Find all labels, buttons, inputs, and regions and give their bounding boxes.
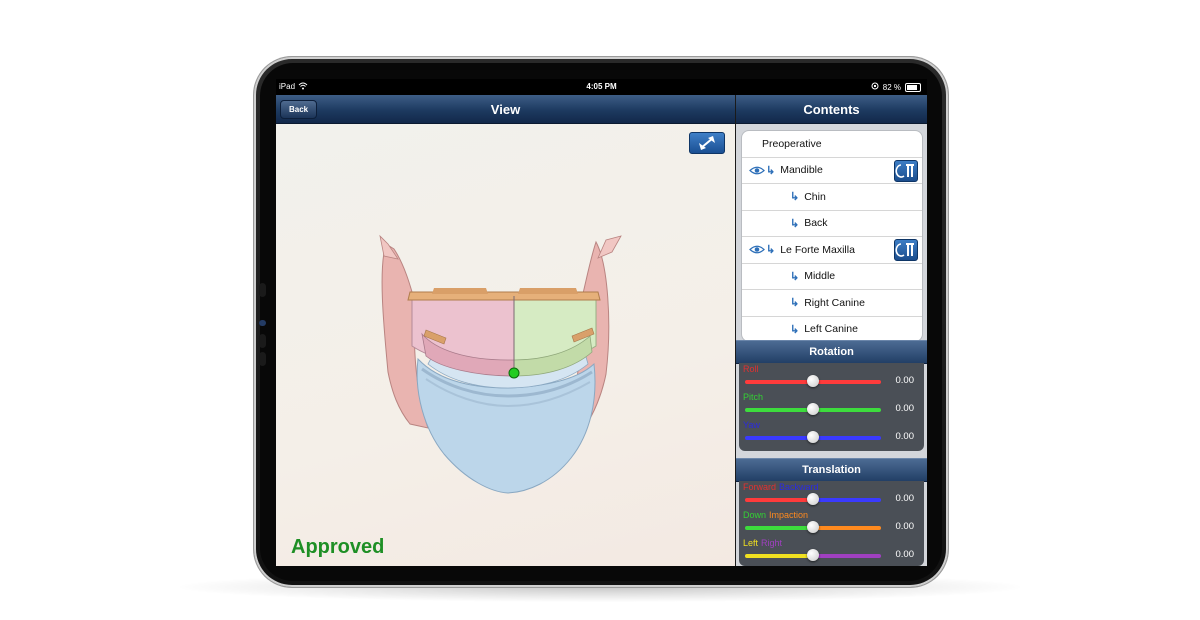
- volume-button: [259, 283, 266, 297]
- slider-knob[interactable]: [807, 403, 819, 415]
- contents-item-label: Middle: [804, 270, 836, 283]
- slider-row: Left Right 0.00: [739, 537, 924, 565]
- approved-stamp: Approved: [291, 536, 385, 558]
- direction-label: Left: [743, 538, 759, 548]
- child-arrow-icon: ↳: [790, 191, 800, 204]
- slider-knob[interactable]: [807, 375, 819, 387]
- direction-label: Right: [761, 538, 783, 548]
- contents-item[interactable]: ↳ Middle: [742, 264, 922, 290]
- child-arrow-icon: ↳: [790, 217, 800, 230]
- slider-label: Forward Backward: [743, 482, 819, 492]
- direction-label: Backward: [779, 482, 819, 492]
- contents-item[interactable]: ↳ Le Forte Maxilla: [742, 237, 922, 264]
- back-button[interactable]: Back: [280, 100, 318, 119]
- clock: 4:05 PM: [586, 82, 617, 91]
- volume-button: [259, 334, 266, 348]
- slider-label: Pitch: [743, 392, 764, 402]
- slider-value: 0.00: [895, 493, 915, 504]
- contents-item-label: Right Canine: [804, 296, 865, 309]
- contents-item[interactable]: ↳ Back: [742, 211, 922, 237]
- slider-row: Pitch 0.00: [739, 391, 924, 419]
- slider-knob[interactable]: [807, 549, 819, 561]
- slider-row: Forward Backward 0.00: [739, 481, 924, 509]
- contents-item-label: Preoperative: [762, 137, 822, 150]
- contents-item[interactable]: ↳ Mandible: [742, 158, 922, 184]
- orientation-lock-icon: [871, 82, 879, 92]
- translation-title: Translation: [802, 464, 861, 476]
- direction-label: Down: [743, 510, 767, 520]
- contents-item-label: Mandible: [780, 164, 823, 177]
- slider-value: 0.00: [895, 403, 915, 414]
- contents-item[interactable]: ↳ Chin: [742, 184, 922, 211]
- contents-item[interactable]: Preoperative: [742, 131, 922, 158]
- contents-item[interactable]: ↳ Right Canine: [742, 290, 922, 317]
- status-bar: iPad 4:05 PM 82 %: [276, 79, 927, 95]
- camera-indicator: [259, 320, 266, 326]
- slider-label: Yaw: [743, 420, 760, 430]
- skull-model[interactable]: [276, 124, 735, 566]
- battery-icon: [905, 82, 921, 92]
- slider-label: Down Impaction: [743, 510, 808, 520]
- slider-row: Down Impaction 0.00: [739, 509, 924, 537]
- slider-value: 0.00: [895, 375, 915, 386]
- slider-knob[interactable]: [807, 431, 819, 443]
- slider-row: Yaw 0.00: [739, 419, 924, 447]
- slider-knob[interactable]: [807, 521, 819, 533]
- contents-item-label: Left Canine: [804, 323, 858, 336]
- child-arrow-icon: ↳: [766, 164, 776, 177]
- battery-percent: 82 %: [882, 82, 901, 92]
- slider-label: Roll: [743, 364, 759, 374]
- 3d-viewport[interactable]: Approved: [276, 124, 735, 566]
- child-arrow-icon: ↳: [790, 297, 800, 310]
- slider-row: Roll 0.00: [739, 363, 924, 391]
- direction-label: Forward: [743, 482, 777, 492]
- rotation-panel: Roll 0.00 Pitch 0.00 Yaw 0.00: [739, 363, 924, 451]
- contents-item-label: Le Forte Maxilla: [780, 243, 855, 256]
- visibility-eye-icon[interactable]: [749, 165, 765, 179]
- back-button-label: Back: [289, 105, 309, 114]
- contents-item-label: Back: [804, 217, 828, 230]
- edit-tools-button[interactable]: [894, 159, 918, 182]
- contents-item[interactable]: ↳ Left Canine: [742, 317, 922, 342]
- contents-navbar: Contents: [736, 95, 927, 124]
- child-arrow-icon: ↳: [790, 323, 800, 336]
- child-arrow-icon: ↳: [790, 270, 800, 283]
- translation-panel: Forward Backward 0.00 Down Impaction 0.00 Left…: [739, 481, 924, 566]
- view-title: View: [490, 101, 521, 117]
- edit-tools-button[interactable]: [894, 239, 918, 261]
- slider-value: 0.00: [895, 521, 915, 532]
- volume-button: [259, 352, 266, 366]
- slider-value: 0.00: [895, 549, 915, 560]
- screen: iPad 4:05 PM 82 % Back View Contents App…: [276, 79, 927, 566]
- visibility-eye-icon[interactable]: [749, 244, 765, 258]
- slider-knob[interactable]: [807, 493, 819, 505]
- view-navbar: Back View: [276, 95, 735, 124]
- contents-list: Preoperative ↳ Mandible ↳ Chin ↳ Back ↳ Le Forte…: [741, 130, 923, 342]
- slider-value: 0.00: [895, 431, 915, 442]
- direction-label: Impaction: [769, 510, 809, 520]
- rotation-header: Rotation: [736, 340, 927, 364]
- translation-header: Translation: [736, 458, 927, 482]
- slider-label: Left Right: [743, 538, 782, 548]
- rotation-title: Rotation: [809, 346, 854, 358]
- child-arrow-icon: ↳: [766, 244, 776, 257]
- contents-title: Contents: [803, 101, 860, 117]
- contents-item-label: Chin: [804, 190, 826, 203]
- right-panel: Preoperative ↳ Mandible ↳ Chin ↳ Back ↳ Le Forte…: [736, 124, 927, 566]
